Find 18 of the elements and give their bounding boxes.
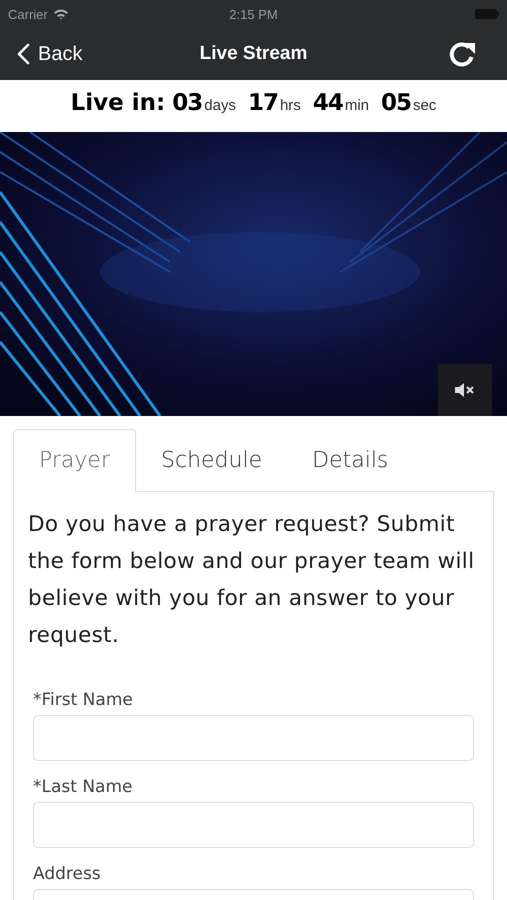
countdown-value: 03	[172, 90, 202, 116]
screen-title: Live Stream	[200, 43, 308, 65]
countdown-value: 05	[381, 90, 412, 116]
carrier-name: Carrier	[8, 6, 48, 22]
countdown-unit: sec	[413, 97, 436, 114]
field-label: *First Name	[33, 690, 134, 710]
back-button[interactable]: Back	[16, 42, 82, 66]
intro-text: Do you have a prayer request? Submit the form below and our prayer team will believe with you for an answer to your request.	[28, 511, 476, 650]
tab[interactable]: Prayer	[13, 429, 136, 492]
field-label: *Last Name	[33, 777, 134, 797]
countdown-unit: hrs	[280, 97, 301, 114]
countdown-label: Live in:	[70, 90, 166, 116]
countdown-unit: days	[204, 97, 236, 114]
status-time: 2:15 PM	[229, 6, 278, 22]
field-label: Address	[33, 864, 102, 884]
countdown-value: 44	[312, 90, 343, 116]
countdown-unit: min	[344, 97, 369, 114]
countdown-value: 17	[248, 90, 278, 116]
